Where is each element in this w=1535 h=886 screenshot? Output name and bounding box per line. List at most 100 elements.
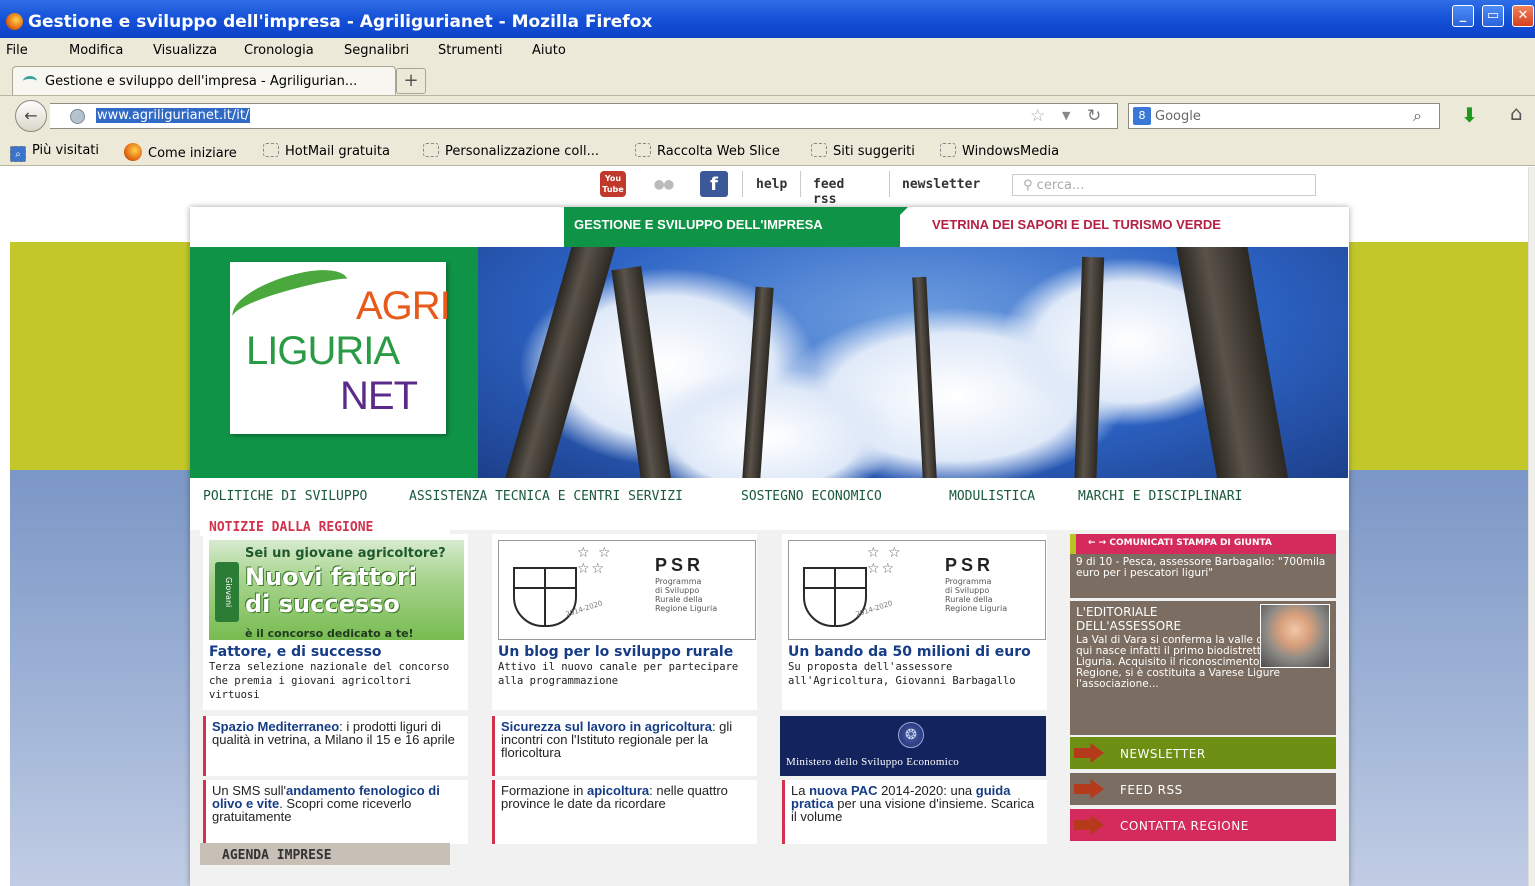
menu-modifica[interactable]: Modifica: [69, 43, 123, 58]
bookmark-piu-visitati[interactable]: ⌕ Più visitati: [10, 143, 99, 162]
search-placeholder: Google: [1155, 109, 1201, 124]
bookmark-personalizzazione[interactable]: Personalizzazione coll...: [423, 143, 599, 159]
stars-decoration: ☆ ☆ ☆☆: [867, 545, 903, 577]
nav-politiche-di-sviluppo[interactable]: POLITICHE DI SVILUPPO: [203, 489, 367, 504]
news-card[interactable]: ☆ ☆ ☆☆ 2014-2020 PSR Programma di Sviluppo…: [782, 534, 1047, 710]
search-engine-icon[interactable]: 8: [1133, 107, 1151, 125]
tab-vetrina-sapori[interactable]: VETRINA DEI SAPORI E DEL TURISMO VERDE: [932, 217, 1221, 232]
feed-rss-link[interactable]: feed rss: [813, 177, 844, 207]
card-text: Su proposta dell'assessore all'Agricoltu…: [788, 661, 1016, 687]
bookmark-come-iniziare[interactable]: Come iniziare: [124, 143, 237, 161]
psr-logo: ☆ ☆ ☆☆ 2014-2020 PSR Programma di Sviluppo…: [788, 540, 1046, 640]
site-favicon-icon: [23, 76, 37, 86]
card-text: Attivo il nuovo canale per partecipare a…: [498, 661, 739, 687]
menu-file[interactable]: File: [6, 43, 28, 58]
maximize-button[interactable]: ▭: [1482, 5, 1504, 27]
bookmark-windowsmedia[interactable]: WindowsMedia: [940, 143, 1059, 159]
search-bar[interactable]: 8 Google ⌕: [1128, 103, 1440, 129]
arrow-icon: [1074, 779, 1104, 799]
help-link[interactable]: help: [756, 177, 787, 192]
editoriale-box[interactable]: L'EDITORIALE DELL'ASSESSORE La Val di Va…: [1070, 601, 1336, 735]
news-item[interactable]: Spazio Mediterraneo: i prodotti liguri d…: [203, 716, 468, 776]
psr-title: PSR: [655, 555, 705, 575]
site-panel: GESTIONE E SVILUPPO DELL'IMPRESA VETRINA…: [190, 207, 1349, 886]
divider: [742, 171, 743, 197]
download-arrow-icon[interactable]: ⬇: [1461, 103, 1478, 127]
newsletter-link[interactable]: newsletter: [902, 177, 980, 192]
news-item[interactable]: Sicurezza sul lavoro in agricoltura: gli…: [492, 716, 757, 776]
comunicati-header[interactable]: ← → COMUNICATI STAMPA DI GIUNTA: [1070, 534, 1336, 554]
page-content: You Tube ●● f help feed rss newsletter ⚲…: [0, 167, 1535, 886]
menu-segnalibri[interactable]: Segnalibri: [344, 43, 409, 58]
stars-decoration: ☆ ☆ ☆☆: [577, 545, 613, 577]
hero-image-snowy-forest: [478, 247, 1348, 478]
site-search-input[interactable]: ⚲ cerca...: [1012, 174, 1316, 196]
ministero-banner[interactable]: ❂ Ministero dello Sviluppo Economico: [780, 716, 1046, 776]
newsletter-button[interactable]: NEWSLETTER: [1070, 737, 1336, 769]
firefox-icon: [124, 143, 142, 161]
minimize-button[interactable]: _: [1452, 5, 1474, 27]
most-visited-icon: ⌕: [10, 146, 26, 162]
back-button[interactable]: ←: [15, 100, 47, 132]
agriligurianet-logo[interactable]: AGRI LIGURIA NET: [226, 262, 451, 434]
promo-subtitle: è il concorso dedicato a te!: [245, 627, 414, 640]
divider: [889, 171, 890, 197]
navigation-bar: ← www.agriligurianet.it/it/ ☆ ▼ ↻ 8 Goog…: [0, 96, 1535, 136]
card-text: Terza selezione nazionale del concorso c…: [209, 661, 450, 701]
url-text: www.agriligurianet.it/it/: [96, 108, 251, 123]
reload-icon[interactable]: ↻: [1087, 106, 1101, 126]
editoriale-title: L'EDITORIALE DELL'ASSESSORE: [1076, 605, 1182, 633]
promo-question: Sei un giovane agricoltore?: [245, 546, 446, 561]
promo-tag: Giovani: [215, 562, 239, 622]
news-item[interactable]: La nuova PAC 2014-2020: una guida pratic…: [782, 780, 1047, 844]
logo-swoosh: [226, 262, 354, 334]
web-slice-icon: [811, 143, 827, 157]
nav-assistenza-tecnica[interactable]: ASSISTENZA TECNICA E CENTRI SERVIZI: [409, 489, 683, 504]
browser-tab[interactable]: Gestione e sviluppo dell'impresa - Agril…: [12, 66, 396, 95]
history-dropdown-icon[interactable]: ▼: [1062, 109, 1070, 122]
contatta-regione-button[interactable]: CONTATTA REGIONE: [1070, 809, 1336, 841]
nav-sostegno-economico[interactable]: SOSTEGNO ECONOMICO: [741, 489, 882, 504]
tab-gestione-impresa[interactable]: GESTIONE E SVILUPPO DELL'IMPRESA: [564, 207, 908, 247]
ministero-label: Ministero dello Sviluppo Economico: [786, 756, 960, 768]
feed-rss-button[interactable]: FEED RSS: [1070, 773, 1336, 805]
menu-cronologia[interactable]: Cronologia: [244, 43, 314, 58]
search-magnifier-icon[interactable]: ⌕: [1413, 106, 1422, 126]
url-bar[interactable]: www.agriligurianet.it/it/ ☆ ▼ ↻: [50, 103, 1118, 129]
nav-modulistica[interactable]: MODULISTICA: [949, 489, 1035, 504]
home-icon[interactable]: ⌂: [1510, 101, 1523, 125]
bookmarks-toolbar: ⌕ Più visitati Come iniziare HotMail grat…: [0, 136, 1535, 166]
comunicato-item[interactable]: 9 di 10 - Pesca, assessore Barbagallo: "…: [1070, 554, 1336, 598]
nav-marchi-e-disciplinari[interactable]: MARCHI E DISCIPLINARI: [1078, 489, 1242, 504]
header-green-block: AGRI LIGURIA NET: [190, 247, 478, 478]
card-title[interactable]: Fattore, e di successo: [209, 644, 461, 660]
menu-strumenti[interactable]: Strumenti: [438, 43, 503, 58]
card-title[interactable]: Un blog per lo sviluppo rurale: [498, 644, 750, 660]
comunicati-arrows[interactable]: ← →: [1088, 538, 1106, 548]
facebook-icon[interactable]: f: [700, 171, 728, 197]
web-slice-icon: [635, 143, 651, 157]
section-heading-notizie: NOTIZIE DALLA REGIONE: [200, 514, 450, 536]
bookmark-star-icon[interactable]: ☆: [1030, 106, 1045, 126]
menu-visualizza[interactable]: Visualizza: [153, 43, 217, 58]
menu-bar: File Modifica Visualizza Cronologia Segn…: [0, 38, 1535, 64]
bookmark-raccolta-web-slice[interactable]: Raccolta Web Slice: [635, 143, 780, 159]
news-card[interactable]: Giovani Sei un giovane agricoltore? Nuov…: [203, 534, 468, 710]
flickr-icon[interactable]: ●●: [650, 171, 678, 197]
card-title[interactable]: Un bando da 50 milioni di euro: [788, 644, 1040, 660]
news-card[interactable]: ☆ ☆ ☆☆ 2014-2020 PSR Programma di Sviluppo…: [492, 534, 757, 710]
close-button[interactable]: ✕: [1512, 5, 1534, 27]
bookmark-siti-suggeriti[interactable]: Siti suggeriti: [811, 143, 915, 159]
news-item[interactable]: Formazione in apicoltura: nelle quattro …: [492, 780, 757, 844]
logo-agri: AGRI: [356, 284, 451, 328]
divider: [800, 171, 801, 197]
bookmark-hotmail[interactable]: HotMail gratuita: [263, 143, 390, 159]
vertical-scrollbar[interactable]: [1528, 167, 1535, 886]
news-item[interactable]: Un SMS sull'andamento fenologico di oliv…: [203, 780, 468, 844]
youtube-icon[interactable]: You Tube: [600, 171, 626, 197]
new-tab-button[interactable]: +: [396, 68, 426, 94]
menu-aiuto[interactable]: Aiuto: [532, 43, 566, 58]
window-title: Gestione e sviluppo dell'impresa - Agril…: [28, 12, 653, 32]
browser-window: Gestione e sviluppo dell'impresa - Agril…: [0, 0, 1535, 886]
psr-logo: ☆ ☆ ☆☆ 2014-2020 PSR Programma di Sviluppo…: [498, 540, 756, 640]
